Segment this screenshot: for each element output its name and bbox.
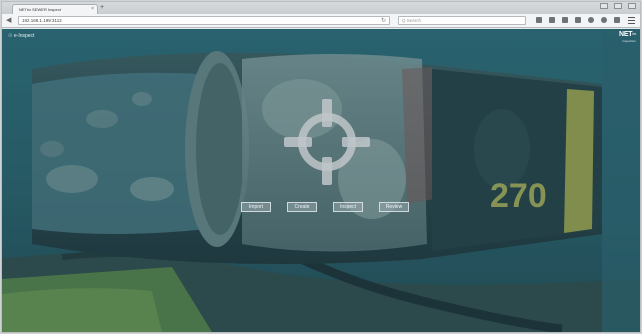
home-icon[interactable] bbox=[588, 17, 594, 23]
reload-icon[interactable]: ↻ bbox=[381, 17, 386, 24]
window-controls bbox=[600, 3, 636, 9]
create-button[interactable]: Create bbox=[287, 202, 317, 212]
review-button[interactable]: Review bbox=[379, 202, 409, 212]
app-viewport: 270 ☉ e-Inspect NETrix Inspection Import… bbox=[2, 29, 640, 332]
tab-title: NETrix SEWER Inspect bbox=[19, 7, 61, 12]
inspect-button[interactable]: Inspect bbox=[333, 202, 363, 212]
hamburger-menu-icon[interactable] bbox=[628, 17, 635, 24]
reading-list-icon[interactable] bbox=[549, 17, 555, 23]
search-placeholder: Q Search bbox=[402, 18, 422, 23]
crosshair-icon bbox=[284, 99, 370, 185]
maximize-icon[interactable] bbox=[614, 3, 622, 9]
netrix-logo: NETrix bbox=[619, 31, 636, 38]
navigation-bar: ◀ 192.168.1.199:3112 ↻ Q Search bbox=[2, 14, 640, 28]
toolbar-icons bbox=[536, 17, 620, 23]
url-bar[interactable]: 192.168.1.199:3112 ↻ bbox=[18, 16, 390, 25]
download-icon[interactable] bbox=[575, 17, 581, 23]
extension-icon[interactable] bbox=[614, 17, 620, 23]
browser-tab[interactable]: NETrix SEWER Inspect × bbox=[12, 4, 98, 14]
close-window-icon[interactable] bbox=[628, 3, 636, 9]
logo-suffix: rix bbox=[632, 31, 636, 36]
logo-text: NET bbox=[618, 31, 633, 38]
action-buttons: Import Create Inspect Review bbox=[241, 202, 409, 212]
minimize-icon[interactable] bbox=[600, 3, 608, 9]
tab-bar: NETrix SEWER Inspect × + bbox=[2, 2, 640, 14]
new-tab-icon[interactable]: + bbox=[100, 4, 104, 11]
app-brand: ☉ e-Inspect bbox=[8, 33, 35, 39]
pocket-icon[interactable] bbox=[562, 17, 568, 23]
import-button[interactable]: Import bbox=[241, 202, 271, 212]
star-icon[interactable] bbox=[536, 17, 542, 23]
logo-tagline: Inspection bbox=[622, 39, 636, 43]
back-icon[interactable]: ◀ bbox=[6, 17, 11, 24]
tab-close-icon[interactable]: × bbox=[91, 6, 94, 12]
sync-icon[interactable] bbox=[601, 17, 607, 23]
search-input[interactable]: Q Search bbox=[398, 16, 526, 25]
url-text: 192.168.1.199:3112 bbox=[22, 18, 62, 23]
browser-window: NETrix SEWER Inspect × + ◀ 192.168.1.199… bbox=[1, 1, 641, 333]
